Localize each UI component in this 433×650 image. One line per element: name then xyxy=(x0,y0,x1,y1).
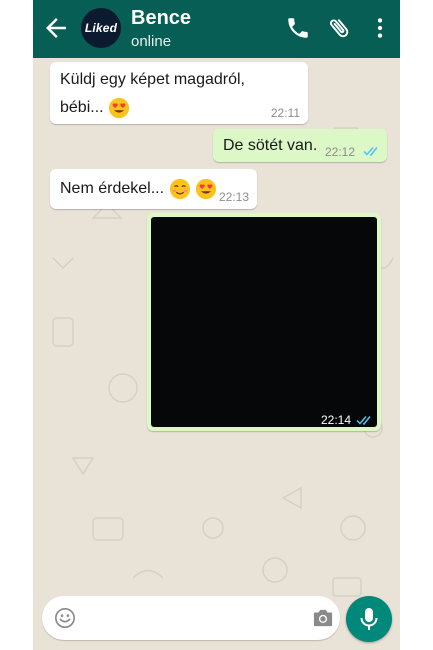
paperclip-icon[interactable] xyxy=(326,15,352,41)
avatar[interactable]: Liked xyxy=(81,8,121,48)
message-time: 22:13 xyxy=(219,190,250,204)
read-ticks-icon xyxy=(363,147,378,156)
message-text: De sötét van. xyxy=(223,137,318,154)
contact-status: online xyxy=(131,33,172,50)
chat-header: Liked Bence online xyxy=(33,0,400,58)
message-bubble-outgoing-image[interactable]: 22:14 xyxy=(147,213,381,431)
message-text-line: Nem érdekel... xyxy=(60,180,165,198)
heart-eyes-emoji-icon xyxy=(108,97,130,119)
mic-button[interactable] xyxy=(346,596,392,642)
message-time: 22:11 xyxy=(270,106,300,120)
message-text: Küldj egy képet magadról, xyxy=(60,71,245,88)
message-bubble-outgoing[interactable]: De sötét van. 22:12 xyxy=(213,129,387,162)
message-text-line: bébi... xyxy=(60,99,104,117)
contact-name[interactable]: Bence xyxy=(131,7,191,30)
read-ticks-icon xyxy=(356,416,371,425)
arrow-left-icon[interactable] xyxy=(41,13,71,43)
message-text: bébi... xyxy=(60,97,130,119)
message-time: 22:12 xyxy=(325,145,356,159)
chat-screen: Liked Bence online Küldj egy képet magad… xyxy=(33,0,400,650)
sent-photo[interactable] xyxy=(151,217,377,427)
message-bubble-incoming[interactable]: Nem érdekel... 22:13 xyxy=(50,169,257,209)
microphone-icon xyxy=(360,608,378,630)
emoji-icon[interactable] xyxy=(54,607,76,629)
camera-icon[interactable] xyxy=(312,608,334,628)
smiling-blush-emoji-icon xyxy=(169,178,190,200)
message-input[interactable] xyxy=(42,596,340,640)
heart-eyes-emoji-icon xyxy=(195,178,217,200)
message-time: 22:14 xyxy=(321,413,352,427)
phone-icon[interactable] xyxy=(285,15,311,41)
more-vert-icon[interactable] xyxy=(367,15,393,41)
message-text: Nem érdekel... xyxy=(60,178,217,200)
message-bubble-incoming[interactable]: Küldj egy képet magadról, bébi... 22:11 xyxy=(50,62,308,124)
